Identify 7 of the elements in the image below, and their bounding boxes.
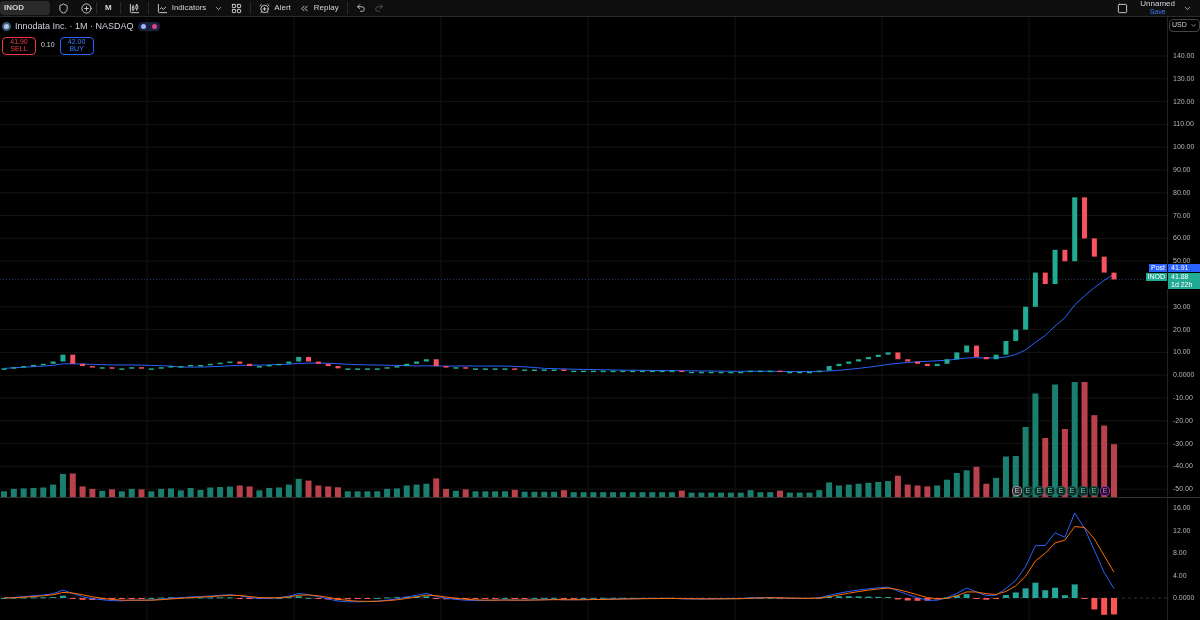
layout-name[interactable]: Unnamed — [1140, 0, 1175, 8]
interval-button[interactable]: M — [101, 2, 116, 14]
replay-button[interactable]: Replay — [294, 2, 343, 14]
symbol-title: Innodata Inc. · 1M · NASDAQ — [15, 20, 134, 33]
alert-button[interactable]: Alert — [255, 2, 295, 14]
indicators-button[interactable]: Indicators — [152, 2, 211, 14]
symbol-search[interactable]: INOD — [0, 1, 50, 15]
